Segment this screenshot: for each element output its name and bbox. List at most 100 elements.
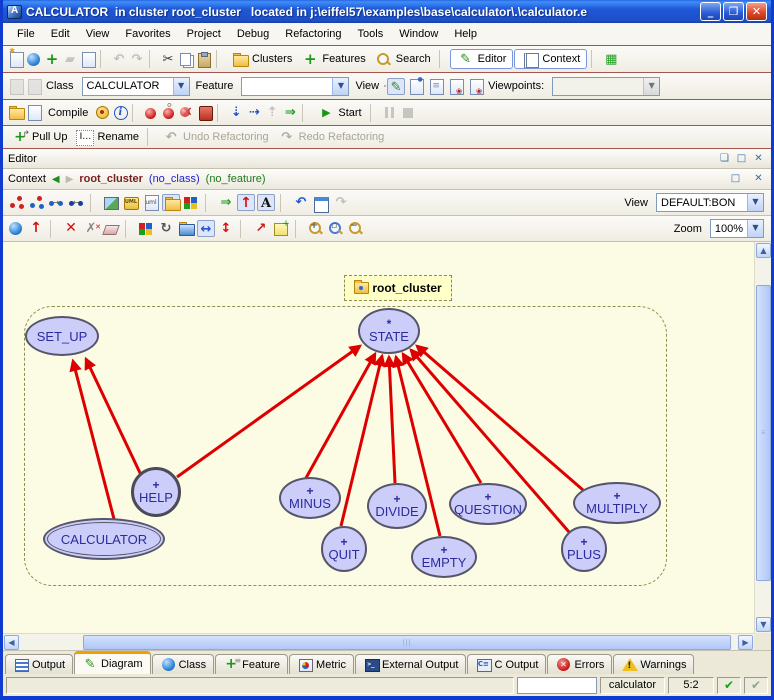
new-document-icon[interactable] <box>7 51 25 68</box>
class-node-minus[interactable]: + MINUS <box>279 477 341 519</box>
cluster-label[interactable]: root_cluster <box>344 275 452 301</box>
undo-icon[interactable] <box>110 51 128 68</box>
view-contract2-icon[interactable] <box>467 78 485 95</box>
delete-item-icon[interactable] <box>62 220 80 237</box>
tab-output[interactable]: Output <box>5 654 73 674</box>
open-file-icon[interactable] <box>25 51 43 68</box>
clusters-button[interactable]: Clusters <box>227 50 296 69</box>
redo-icon[interactable] <box>128 51 146 68</box>
zoom-fit-icon[interactable]: ▫ <box>327 220 345 237</box>
menu-file[interactable]: File <box>9 26 43 42</box>
system-info-icon[interactable] <box>25 104 43 121</box>
scroll-down-icon[interactable]: ▼ <box>756 617 771 632</box>
forward-doc-icon[interactable] <box>25 78 43 95</box>
step-over-icon[interactable] <box>245 104 263 121</box>
class-node-state[interactable]: * STATE <box>358 308 420 354</box>
menu-debug[interactable]: Debug <box>229 26 277 42</box>
vertical-scroll-thumb[interactable]: ≡ <box>756 285 771 581</box>
view-pencil-icon[interactable] <box>387 78 405 95</box>
menu-help[interactable]: Help <box>446 26 485 42</box>
scroll-up-icon[interactable]: ▲ <box>756 243 771 258</box>
chevron-down-icon[interactable]: ▼ <box>747 220 763 237</box>
save-icon[interactable] <box>61 51 79 68</box>
class-node-plus[interactable]: + PLUS <box>561 526 607 572</box>
color-window-icon[interactable] <box>182 194 200 211</box>
tab-metric[interactable]: Metric <box>289 654 354 674</box>
history-back-icon[interactable]: ◀ <box>52 174 60 185</box>
class-node-multiply[interactable]: + MULTIPLY <box>573 482 661 524</box>
client-legend-icon[interactable] <box>47 194 65 211</box>
debug-bomb-icon[interactable] <box>142 104 160 121</box>
diagram-zoom-combo[interactable]: 100% ▼ <box>710 219 764 238</box>
tab-diagram[interactable]: Diagram <box>74 651 151 674</box>
chevron-down-icon[interactable]: ▼ <box>747 194 763 211</box>
status-search-input[interactable] <box>517 677 597 694</box>
stop-icon[interactable] <box>399 104 417 121</box>
text-mode-icon[interactable] <box>257 194 275 211</box>
maximize-pane-icon[interactable]: □ <box>734 152 749 166</box>
tab-errors[interactable]: Errors <box>547 654 612 674</box>
sort-vertical-icon[interactable] <box>217 220 235 237</box>
export-png-icon[interactable] <box>102 194 120 211</box>
view-flat-icon[interactable] <box>427 78 445 95</box>
horizontal-scroll-thumb[interactable]: ||| <box>83 635 731 650</box>
step-out-icon[interactable] <box>263 104 281 121</box>
class-node-quit[interactable]: + QUIT <box>321 526 367 572</box>
pause-icon[interactable] <box>381 104 399 121</box>
class-combo[interactable]: CALCULATOR ▼ <box>82 77 190 96</box>
cut-icon[interactable] <box>159 51 177 68</box>
ignore-breakpoints-icon[interactable] <box>178 104 196 121</box>
class-node-empty[interactable]: + EMPTY <box>411 536 477 578</box>
add-item-icon[interactable] <box>43 51 61 68</box>
class-node-help[interactable]: + HELP <box>131 467 181 517</box>
chevron-down-icon[interactable]: ▼ <box>173 78 189 95</box>
menu-refactoring[interactable]: Refactoring <box>277 26 349 42</box>
editor-toggle-button[interactable]: Editor <box>450 49 514 69</box>
horizontal-scrollbar[interactable]: ◀ ||| ▶ <box>3 633 754 650</box>
paste-icon[interactable] <box>195 51 213 68</box>
uml-doc-icon[interactable] <box>142 194 160 211</box>
pull-up-button[interactable]: Pull Up <box>7 128 71 147</box>
context-feature[interactable]: (no_feature) <box>206 173 266 185</box>
remove-anchor-icon[interactable] <box>82 220 100 237</box>
rotate-icon[interactable] <box>157 220 175 237</box>
class-node-question[interactable]: + QUESTION <box>449 483 527 525</box>
compile-button[interactable]: Compile <box>44 106 92 120</box>
tab-external-output[interactable]: External Output <box>355 654 466 674</box>
context-toggle-button[interactable]: Context <box>514 49 587 69</box>
run-to-cursor-icon[interactable] <box>281 104 299 121</box>
redo-diagram-icon[interactable] <box>332 194 350 211</box>
info-icon[interactable] <box>111 104 129 121</box>
project-settings-icon[interactable] <box>7 104 25 121</box>
debug-bomb2-icon[interactable] <box>160 104 178 121</box>
class-node-calculator[interactable]: CALCULATOR <box>43 518 165 560</box>
crop-folder-icon[interactable] <box>162 194 180 211</box>
save-all-icon[interactable] <box>79 51 97 68</box>
class-legend-icon[interactable] <box>27 194 45 211</box>
close-pane-icon[interactable]: ✕ <box>751 172 766 186</box>
close-button[interactable]: ✕ <box>746 2 767 21</box>
menu-tools[interactable]: Tools <box>350 26 392 42</box>
menu-window[interactable]: Window <box>391 26 446 42</box>
new-inheritance-arrow-icon[interactable] <box>27 220 45 237</box>
diagram-view-combo[interactable]: DEFAULT:BON ▼ <box>656 193 764 212</box>
search-button[interactable]: Search <box>371 50 435 69</box>
cluster-legend-icon[interactable] <box>7 194 25 211</box>
zoom-in-icon[interactable]: + <box>307 220 325 237</box>
menu-favorites[interactable]: Favorites <box>117 26 178 42</box>
tab-class[interactable]: Class <box>152 654 215 674</box>
link-arrow-icon[interactable] <box>252 220 270 237</box>
scroll-left-icon[interactable]: ◀ <box>4 635 19 650</box>
close-pane-icon[interactable]: ✕ <box>751 152 766 166</box>
vertical-scrollbar[interactable]: ▲ ≡ ▼ <box>754 242 771 633</box>
minimize-button[interactable]: _ <box>700 2 721 21</box>
view-contract-icon[interactable] <box>447 78 465 95</box>
go-to-icon[interactable] <box>217 194 235 211</box>
uml-view-icon[interactable] <box>122 194 140 211</box>
diagram-tool-icon[interactable] <box>602 51 620 68</box>
undock-pane-icon[interactable]: ❏ <box>717 152 732 166</box>
context-cluster[interactable]: root_cluster <box>79 173 143 185</box>
fill-colors-icon[interactable] <box>137 220 155 237</box>
back-doc-icon[interactable] <box>7 78 25 95</box>
feature-combo[interactable]: ▼ <box>241 77 349 96</box>
